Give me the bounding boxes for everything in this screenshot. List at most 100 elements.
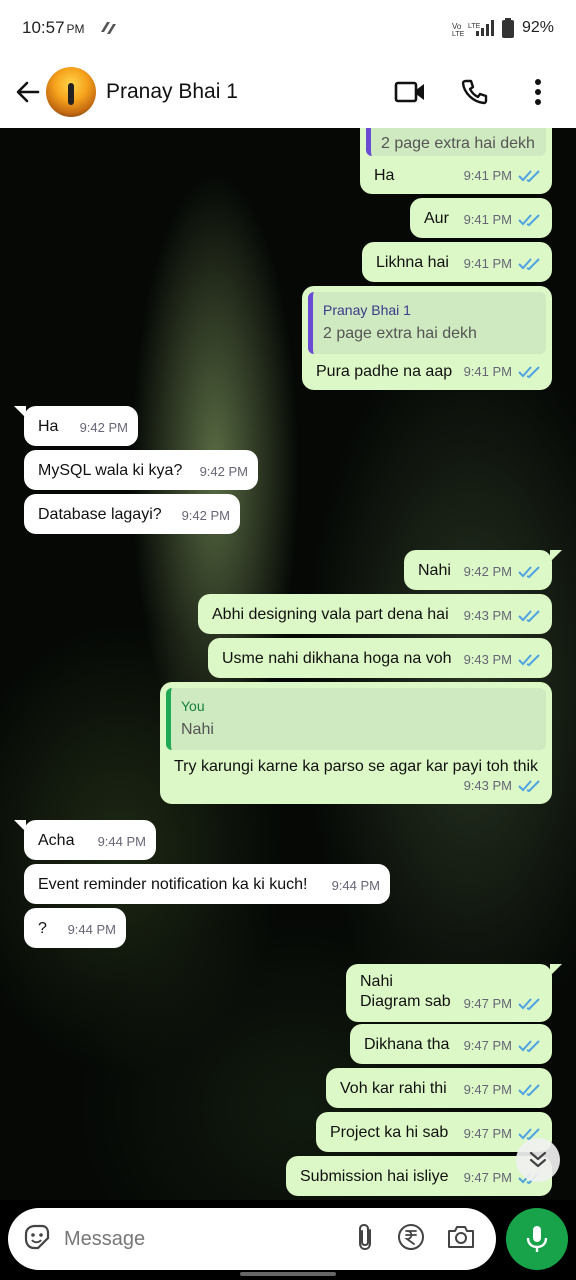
more-options-button[interactable]	[518, 72, 558, 112]
svg-text:LTE: LTE	[452, 31, 465, 37]
svg-text:LTE: LTE	[468, 23, 481, 30]
message-text: Project ka hi sab	[330, 1124, 449, 1141]
message-outgoing[interactable]: Voh kar rahi thi 9:47 PM	[326, 1068, 552, 1108]
message-outgoing[interactable]: Nahi 9:42 PM	[404, 550, 562, 590]
message-text: ?	[38, 920, 47, 937]
message-outgoing[interactable]: Nahi Diagram sab 9:47 PM	[346, 964, 562, 1022]
message-incoming[interactable]: Acha 9:44 PM	[14, 820, 156, 860]
read-ticks-icon	[518, 565, 542, 579]
message-text: Dikhana tha	[364, 1036, 450, 1053]
message-meta: 9:47 PM	[464, 994, 542, 1014]
read-ticks-icon	[518, 257, 542, 271]
message-text: Usme nahi dikhana hoga na voh	[222, 650, 452, 667]
payment-rupee-icon[interactable]	[396, 1222, 426, 1257]
message-text: Aur	[424, 210, 449, 227]
camera-icon[interactable]	[446, 1223, 476, 1256]
message-meta: 9:44 PM	[67, 922, 116, 937]
message-meta: 9:42 PM	[199, 464, 248, 479]
message-input-container[interactable]	[8, 1208, 496, 1270]
message-meta: 9:44 PM	[331, 878, 380, 893]
quoted-message[interactable]: 2 page extra hai dekh	[366, 128, 546, 156]
message-outgoing[interactable]: You Nahi Try karungi karne ka parso se a…	[160, 682, 552, 804]
double-chevron-down-icon	[529, 1151, 547, 1168]
message-incoming[interactable]: Ha 9:42 PM	[14, 406, 138, 446]
read-ticks-icon	[518, 997, 542, 1011]
message-text: Abhi designing vala part dena hai	[212, 606, 449, 623]
message-text: Nahi	[418, 562, 451, 579]
message-text: Event reminder notification ka ki kuch!	[38, 876, 308, 893]
battery-icon	[501, 18, 514, 38]
message-text: Diagram sab	[360, 993, 451, 1010]
svg-text:Vo: Vo	[452, 22, 462, 31]
message-outgoing[interactable]: Submission hai isliye 9:47 PM	[286, 1156, 552, 1196]
message-text: Acha	[38, 832, 75, 849]
message-meta: 9:44 PM	[97, 834, 146, 849]
message-text: Database lagayi?	[38, 506, 162, 523]
status-bar: 10:57 PM Vo LTE LTE 92%	[0, 0, 576, 56]
sticker-icon[interactable]	[22, 1222, 52, 1257]
battery-percent: 92%	[521, 19, 554, 36]
message-incoming[interactable]: Database lagayi? 9:42 PM	[24, 494, 240, 534]
quoted-message[interactable]: You Nahi	[166, 688, 546, 750]
message-meta: 9:42 PM	[181, 508, 230, 523]
voice-record-button[interactable]	[506, 1208, 568, 1270]
message-outgoing[interactable]: Project ka hi sab 9:47 PM	[316, 1112, 552, 1152]
message-outgoing[interactable]: Pranay Bhai 1 2 page extra hai dekh Pura…	[302, 286, 552, 390]
home-indicator[interactable]	[240, 1272, 336, 1276]
signal-icon: Vo LTE LTE	[452, 19, 494, 37]
message-incoming[interactable]: MySQL wala ki kya? 9:42 PM	[24, 450, 258, 490]
message-meta: 9:41 PM	[464, 166, 542, 186]
read-ticks-icon	[518, 653, 542, 667]
scroll-to-bottom-button[interactable]	[516, 1138, 560, 1182]
message-text: Nahi	[360, 973, 393, 990]
composer-bar	[0, 1200, 576, 1280]
message-text: Submission hai isliye	[300, 1168, 449, 1185]
message-outgoing[interactable]: Aur 9:41 PM	[410, 198, 552, 238]
message-outgoing[interactable]: 2 page extra hai dekh Ha 9:41 PM	[360, 128, 552, 194]
message-meta: 9:41 PM	[464, 210, 542, 230]
phone-icon	[461, 79, 488, 105]
chat-header: Pranay Bhai 1	[0, 56, 576, 128]
message-outgoing[interactable]: Dikhana tha 9:47 PM	[350, 1024, 552, 1064]
microphone-icon	[526, 1226, 548, 1252]
read-ticks-icon	[518, 213, 542, 227]
back-arrow-icon	[16, 81, 40, 103]
back-button[interactable]	[6, 70, 50, 114]
message-meta: 9:47 PM	[464, 1080, 542, 1100]
read-ticks-icon	[518, 365, 542, 379]
quoted-message[interactable]: Pranay Bhai 1 2 page extra hai dekh	[308, 292, 546, 354]
read-ticks-icon	[518, 169, 542, 183]
message-text: Likhna hai	[376, 254, 449, 271]
message-outgoing[interactable]: Likhna hai 9:41 PM	[362, 242, 552, 282]
message-text: Try karungi karne ka parso se agar kar p…	[174, 758, 539, 775]
message-text: Voh kar rahi thi	[340, 1080, 447, 1097]
message-meta: 9:41 PM	[464, 254, 542, 274]
message-outgoing[interactable]: Abhi designing vala part dena hai 9:43 P…	[198, 594, 552, 634]
video-call-button[interactable]	[390, 72, 430, 112]
message-meta: 9:42 PM	[464, 562, 542, 582]
contact-name[interactable]: Pranay Bhai 1	[106, 80, 238, 104]
message-input[interactable]	[64, 1227, 354, 1251]
voice-call-button[interactable]	[454, 72, 494, 112]
message-meta: 9:47 PM	[464, 1036, 542, 1056]
message-meta: 9:43 PM	[464, 650, 542, 670]
message-text: MySQL wala ki kya?	[38, 462, 183, 479]
message-outgoing[interactable]: Usme nahi dikhana hoga na voh 9:43 PM	[208, 638, 552, 678]
status-time: 10:57 PM	[22, 18, 85, 37]
message-text: Ha	[38, 418, 59, 435]
message-incoming[interactable]: ? 9:44 PM	[24, 908, 126, 948]
read-ticks-icon	[518, 779, 542, 793]
chat-messages-area[interactable]: 2 page extra hai dekh Ha 9:41 PM Aur 9:4…	[0, 128, 576, 1200]
attachment-icon[interactable]	[354, 1222, 376, 1257]
message-incoming[interactable]: Event reminder notification ka ki kuch! …	[24, 864, 390, 904]
contact-avatar[interactable]	[46, 67, 96, 117]
message-text: Pura padhe na aap	[316, 363, 453, 380]
app-notification-icon	[99, 20, 119, 36]
read-ticks-icon	[518, 1039, 542, 1053]
message-meta: 9:42 PM	[79, 420, 128, 435]
read-ticks-icon	[518, 609, 542, 623]
message-meta: 9:41 PM	[464, 362, 542, 382]
message-meta: 9:43 PM	[464, 606, 542, 626]
read-ticks-icon	[518, 1083, 542, 1097]
message-meta: 9:43 PM	[464, 776, 542, 796]
